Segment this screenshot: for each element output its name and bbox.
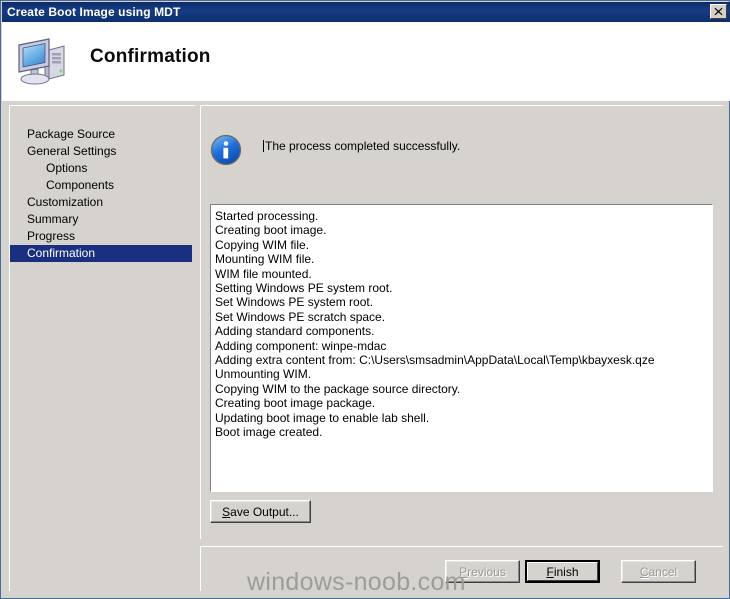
sidebar-item-confirmation[interactable]: Confirmation (10, 245, 192, 262)
save-output-accel: S (222, 504, 231, 519)
log-line: Copying WIM to the package source direct… (215, 381, 461, 396)
log-line: Updating boot image to enable lab shell. (215, 410, 430, 425)
info-message-text: The process completed successfully. (265, 139, 461, 153)
close-glyph (714, 7, 723, 16)
info-message-row: The process completed successfully. (201, 120, 724, 170)
log-line: Copying WIM file. (215, 237, 310, 252)
computer-icon (18, 38, 65, 85)
previous-accel: P (459, 564, 468, 579)
sidebar-item-customization[interactable]: Customization (10, 194, 195, 211)
output-log-box[interactable]: Started processing. Creating boot image. C… (210, 204, 713, 492)
cancel-label: ancel (648, 564, 678, 579)
log-line: WIM file mounted. (215, 266, 312, 281)
finish-button[interactable]: Finish (525, 560, 600, 583)
log-line: Set Windows PE system root. (215, 295, 374, 310)
header-band: Confirmation (2, 22, 730, 101)
sidebar-item-options[interactable]: Options (10, 160, 195, 177)
log-line: Set Windows PE scratch space. (215, 309, 386, 324)
log-line: Creating boot image package. (215, 396, 376, 411)
footer-bar: Previous Finish Cancel (200, 546, 723, 591)
wizard-step-nav: Package Source General Settings Options Com… (9, 105, 195, 591)
content-panel: The process completed successfully. Star… (200, 105, 723, 539)
save-output-label: ave Output... (230, 504, 299, 519)
log-line: Setting Windows PE system root. (215, 281, 393, 296)
close-icon[interactable] (710, 4, 727, 19)
log-line: Unmounting WIM. (215, 367, 312, 382)
cancel-button[interactable]: Cancel (621, 560, 696, 583)
nav-list: Package Source General Settings Options Com… (10, 106, 195, 262)
log-line: Adding component: winpe-mdac (215, 338, 387, 353)
previous-label: revious (467, 564, 506, 579)
sidebar-item-components[interactable]: Components (10, 177, 195, 194)
log-line: Adding standard components. (215, 324, 375, 339)
window-title: Create Boot Image using MDT (7, 5, 181, 19)
dialog-window: Create Boot Image using MDT Confirmation… (0, 0, 730, 599)
log-line: Mounting WIM file. (215, 252, 315, 267)
information-icon (210, 134, 242, 166)
finish-accel: F (546, 564, 554, 579)
finish-label: inish (553, 564, 579, 579)
log-line: Boot image created. (215, 425, 323, 440)
log-line: Adding extra content from: C:\Users\smsa… (215, 353, 655, 368)
sidebar-item-general-settings[interactable]: General Settings (10, 143, 195, 160)
save-output-button[interactable]: Save Output... (210, 500, 311, 523)
page-title: Confirmation (90, 46, 211, 67)
title-bar: Create Boot Image using MDT (2, 2, 730, 22)
log-line: Creating boot image. (215, 223, 327, 238)
sidebar-item-progress[interactable]: Progress (10, 228, 195, 245)
previous-button[interactable]: Previous (445, 560, 520, 583)
log-line: Started processing. (215, 209, 319, 223)
sidebar-item-summary[interactable]: Summary (10, 211, 195, 228)
output-log-lines: Started processing. Creating boot image. C… (211, 205, 712, 443)
sidebar-item-package-source[interactable]: Package Source (10, 126, 195, 143)
